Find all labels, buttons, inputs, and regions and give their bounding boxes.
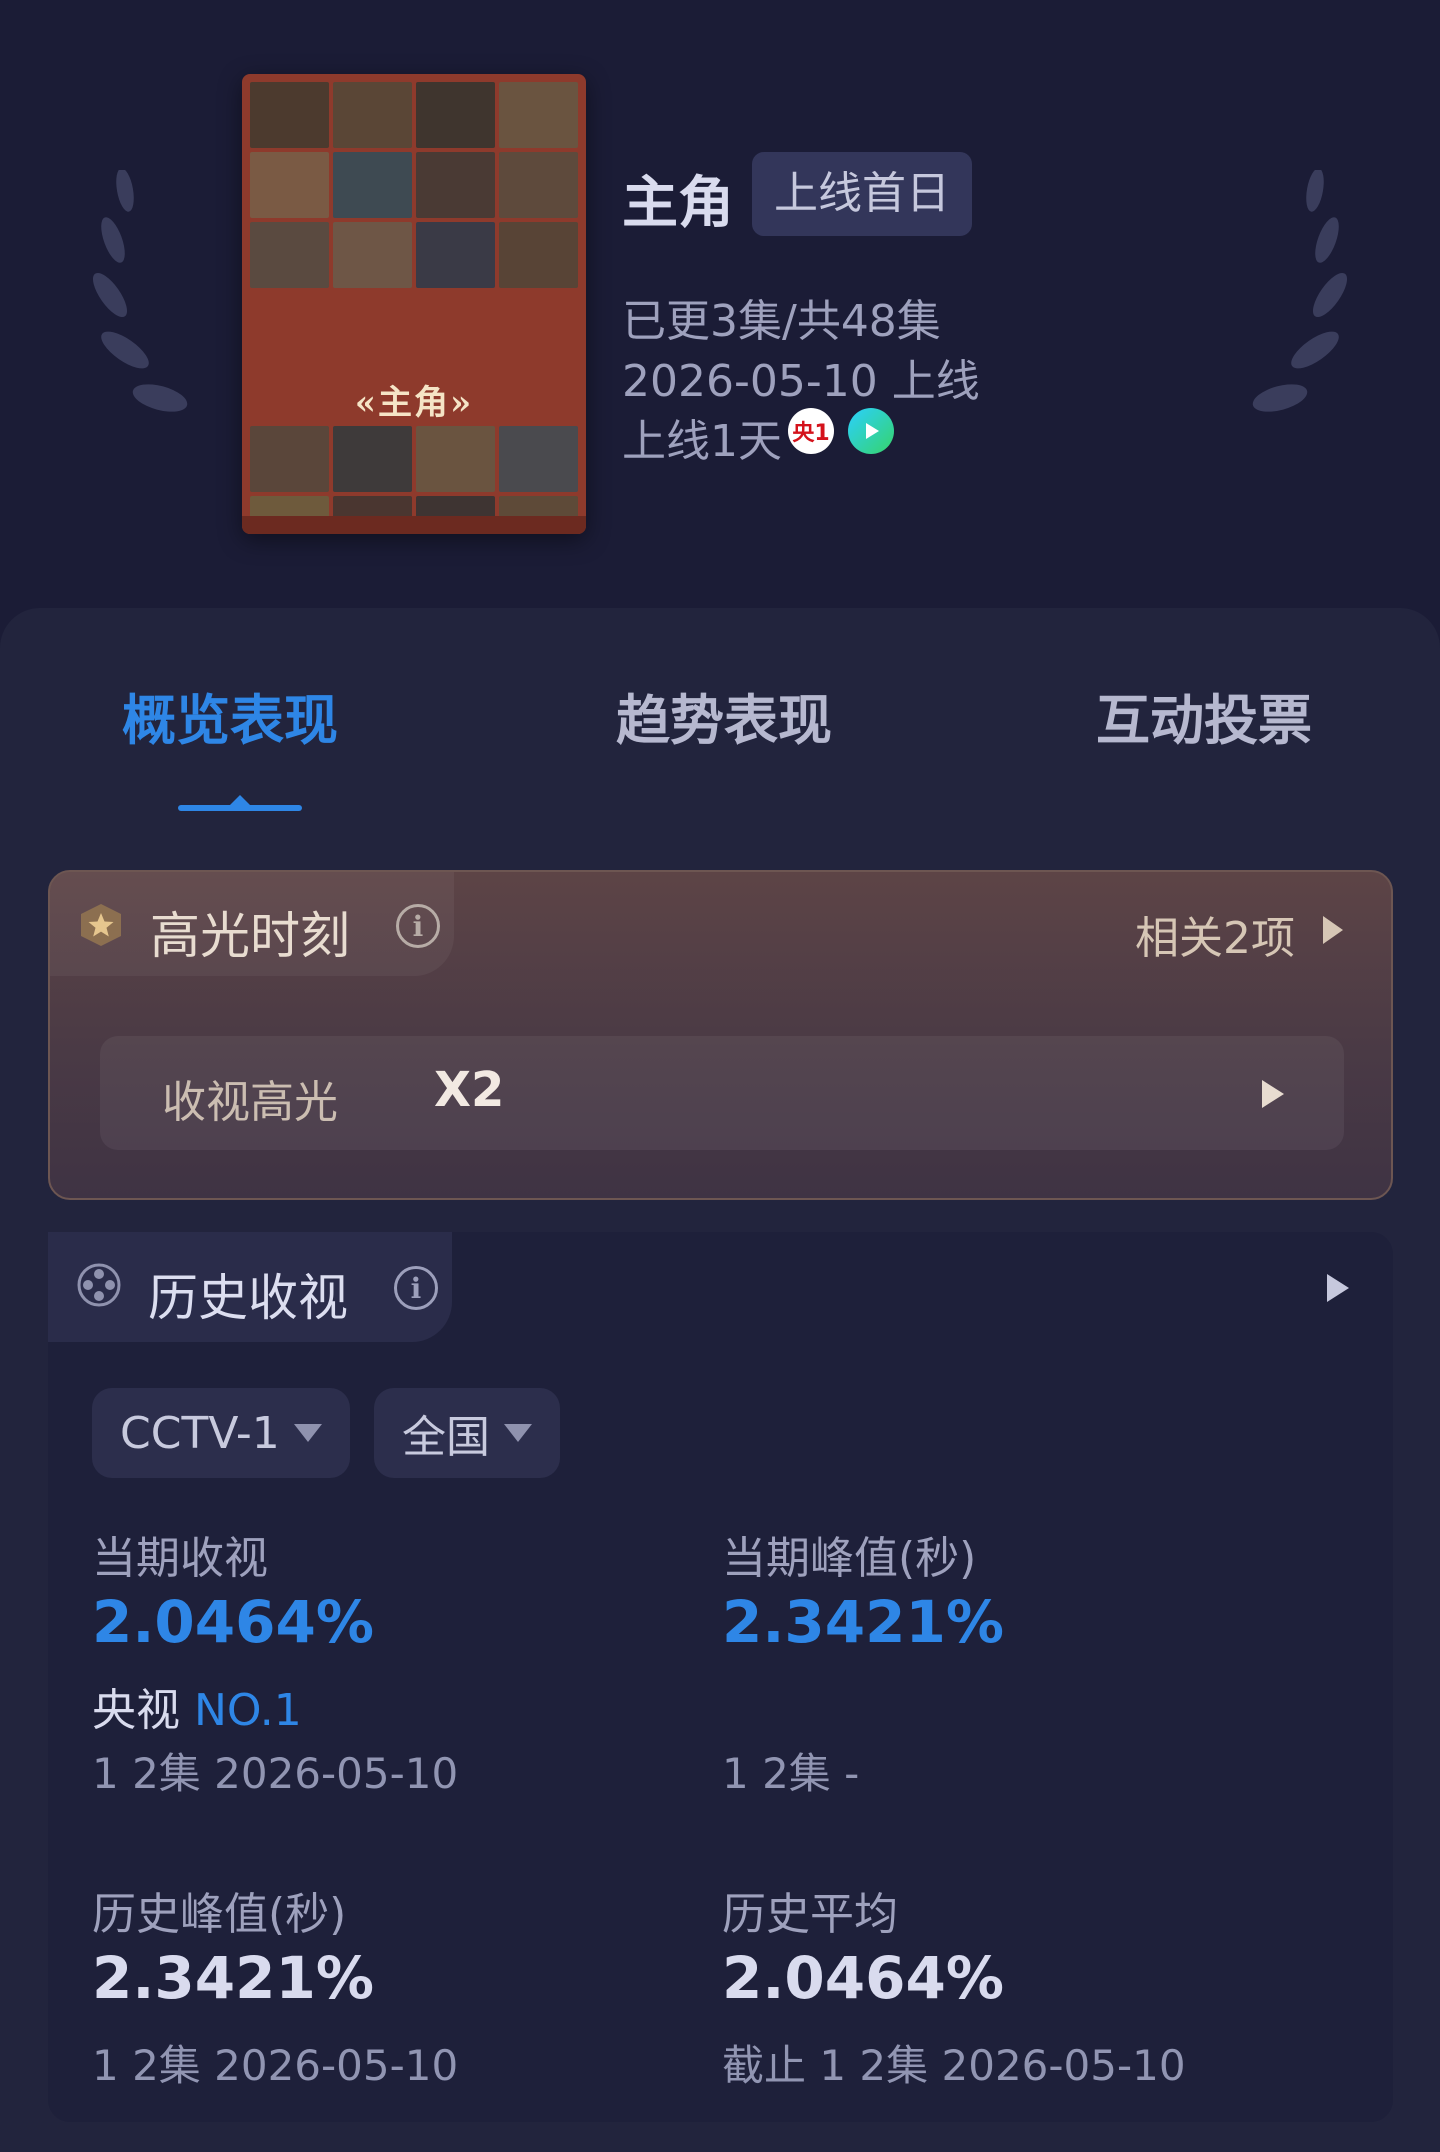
related-items-link[interactable]: 相关2项 [1135,902,1295,966]
tab-indicator-caret [230,795,250,805]
rank-line: 央视 NO.1 [92,1674,302,1738]
play-arrow-icon[interactable] [1262,1080,1284,1108]
release-date: 2026-05-10 上线 [622,356,980,407]
play-arrow-icon[interactable] [1327,1274,1349,1302]
video-play-logo-icon[interactable] [848,408,894,454]
laurel-left-icon [92,170,188,412]
history-avg-value: 2.0464% [722,1944,1004,2012]
episode-count: 已更3集/共48集 [622,296,941,347]
history-avg-detail: 截止 1 2集 2026-05-10 [722,2041,1186,2090]
rating-highlight-row[interactable]: 收视高光 X2 [100,1036,1344,1150]
info-icon[interactable]: i [394,1266,438,1310]
channel-select-value: CCTV-1 [120,1407,280,1459]
current-rating-label: 当期收视 [92,1533,268,1584]
page: «主角» 主角 上线首日 已更3集/共48集 2026-05-10 上线 上线1… [0,0,1440,2152]
history-header: 历史收视 i [48,1232,452,1342]
history-title: 历史收视 [148,1269,348,1327]
current-rating-value: 2.0464% [92,1588,374,1656]
current-rating-detail: 1 2集 2026-05-10 [92,1749,459,1798]
region-select[interactable]: 全国 [374,1388,560,1478]
info-icon[interactable]: i [396,904,440,948]
cctv1-logo-icon[interactable]: 央1 [788,408,834,454]
play-arrow-icon[interactable] [1323,916,1343,944]
show-poster[interactable]: «主角» [242,74,586,534]
history-peak-value: 2.3421% [92,1944,374,2012]
online-days: 上线1天 [622,416,782,467]
rank-value: NO.1 [194,1685,302,1736]
star-badge-icon [81,904,121,946]
film-reel-icon [77,1263,121,1307]
current-peak-value: 2.3421% [722,1588,1004,1656]
tab-indicator [178,805,302,811]
show-title: 主角 [622,171,734,236]
tab-trends[interactable]: 趋势表现 [616,676,832,755]
tab-overview[interactable]: 概览表现 [122,676,338,755]
highlights-card: 高光时刻 i 相关2项 收视高光 X2 [48,870,1393,1200]
chevron-down-icon [504,1424,532,1442]
channel-select[interactable]: CCTV-1 [92,1388,350,1478]
chevron-down-icon [293,1424,322,1442]
history-peak-detail: 1 2集 2026-05-10 [92,2041,459,2090]
history-ratings-card: 历史收视 i CCTV-1 全国 当期收视 2.0464% 央视 NO.1 1 … [48,1232,1393,2122]
history-avg-label: 历史平均 [722,1889,898,1940]
region-select-value: 全国 [402,1412,490,1463]
highlights-title: 高光时刻 [150,907,350,965]
highlights-header: 高光时刻 i [50,872,454,976]
poster-photo-grid-top [250,82,578,288]
tab-voting[interactable]: 互动投票 [1096,676,1312,755]
status-badge: 上线首日 [752,152,972,236]
history-peak-label: 历史峰值(秒) [92,1889,347,1940]
rank-prefix: 央视 [92,1685,180,1736]
poster-footer [242,516,586,534]
highlight-label: 收视高光 [162,1077,338,1128]
current-peak-detail: 1 2集 - [722,1749,860,1798]
laurel-right-icon [1252,170,1348,412]
current-peak-label: 当期峰值(秒) [722,1533,977,1584]
poster-title: «主角» [354,382,474,423]
highlight-count: X2 [434,1062,505,1118]
